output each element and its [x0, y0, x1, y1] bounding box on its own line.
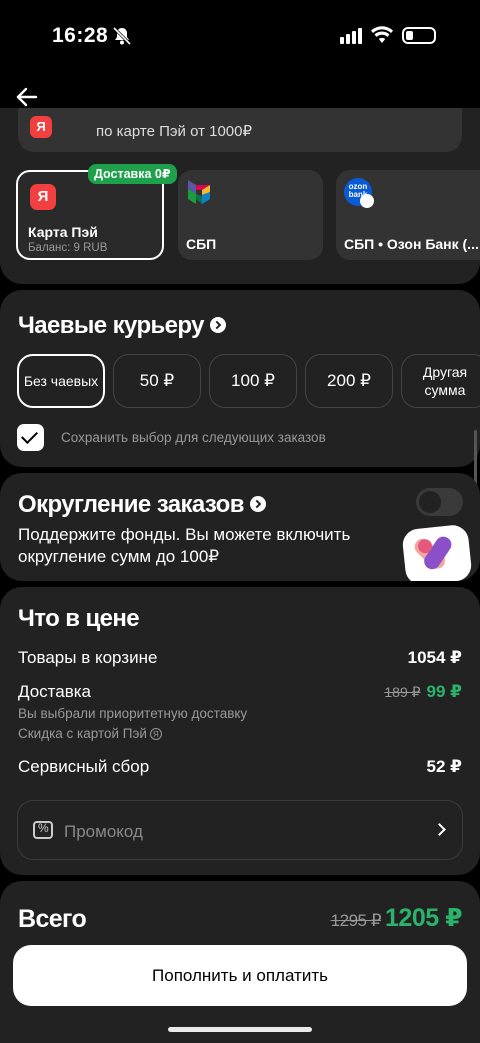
tip-option-50[interactable]: 50 ₽: [113, 354, 201, 408]
rounding-title-text: Округление заказов: [18, 491, 244, 518]
tip-option-other[interactable]: Другая сумма: [401, 354, 480, 408]
payment-section: Я по карте Пэй от 1000₽ Я Карта Пэй Бала…: [0, 108, 480, 284]
chevron-right-icon: [433, 823, 446, 836]
wifi-icon: [371, 26, 393, 49]
promo-code-field[interactable]: Промокод: [17, 800, 463, 860]
rounding-title[interactable]: Округление заказов: [18, 491, 266, 519]
cellular-signal-icon: [340, 28, 362, 49]
sbp-mini-icon: [360, 194, 374, 208]
promo-banner-text: по карте Пэй от 1000₽: [96, 123, 253, 140]
tips-section: Чаевые курьеру Без чаевых 50 ₽ 100 ₽ 200…: [0, 290, 480, 467]
home-indicator[interactable]: [168, 1027, 312, 1032]
yandex-logo-icon: Я: [30, 116, 52, 138]
status-time: 16:28: [52, 24, 109, 47]
total-new-price: 1205 ₽: [385, 904, 462, 932]
toggle-knob: [419, 491, 441, 513]
delivery-new-price: 99 ₽: [426, 682, 462, 701]
battery-icon: [402, 27, 436, 44]
price-breakdown-section: Что в цене Товары в корзине 1054 ₽ Доста…: [0, 587, 480, 875]
promo-code-icon: [33, 821, 53, 839]
sbp-logo-icon: [186, 178, 212, 211]
service-fee-value: 52 ₽: [426, 757, 462, 776]
free-delivery-badge: Доставка 0₽: [88, 164, 177, 184]
rounding-section: Округление заказов Поддержите фонды. Вы …: [0, 473, 480, 581]
discount-note: Скидка с картой Пэй Я: [18, 726, 162, 741]
save-tip-choice-label: Сохранить выбор для следующих заказов: [61, 430, 326, 445]
rounding-toggle[interactable]: [416, 488, 463, 516]
chevron-right-circle-icon: [209, 316, 226, 333]
card-promo-banner: Я по карте Пэй от 1000₽: [18, 108, 462, 152]
chevron-right-circle-icon: [249, 495, 266, 512]
back-arrow-icon[interactable]: [14, 84, 40, 110]
yandex-pay-logo-icon: Я: [30, 184, 56, 210]
tip-option-100[interactable]: 100 ₽: [209, 354, 297, 408]
tip-option-none[interactable]: Без чаевых: [17, 354, 105, 408]
payment-card-title: Карта Пэй: [28, 224, 98, 240]
discount-note-text: Скидка с картой Пэй: [18, 726, 147, 741]
total-old-price: 1295 ₽: [330, 911, 382, 930]
save-tip-choice-checkbox[interactable]: [17, 424, 44, 451]
payment-card-balance: Баланс: 9 RUB: [28, 242, 108, 254]
tips-title-text: Чаевые курьеру: [18, 312, 205, 339]
price-title: Что в цене: [18, 605, 140, 632]
tips-title[interactable]: Чаевые курьеру: [18, 312, 226, 340]
tip-option-200[interactable]: 200 ₽: [305, 354, 393, 408]
delivery-label: Доставка: [18, 682, 92, 701]
promo-code-placeholder: Промокод: [64, 822, 143, 841]
top-up-and-pay-button[interactable]: Пополнить и оплатить: [13, 945, 467, 1006]
charity-fund-icon: [401, 523, 473, 581]
delivery-price: 189 ₽ 99 ₽: [384, 682, 462, 702]
delivery-old-price: 189 ₽: [384, 684, 421, 700]
total-title: Всего: [18, 905, 87, 933]
goods-label: Товары в корзине: [18, 648, 158, 667]
payment-sbp[interactable]: СБП: [178, 170, 323, 260]
goods-value: 1054 ₽: [407, 648, 462, 667]
battery-level: [406, 31, 413, 40]
yandex-info-icon[interactable]: Я: [149, 728, 162, 741]
status-bar: 16:28: [0, 0, 480, 70]
total-value: 1295 ₽1205 ₽: [330, 903, 463, 933]
rounding-description: Поддержите фонды. Вы можете включить окр…: [18, 525, 351, 566]
payment-ozon-title: СБП • Озон Банк (...: [344, 236, 479, 252]
service-fee-label: Сервисный сбор: [18, 757, 150, 776]
payment-sbp-title: СБП: [186, 236, 217, 252]
delivery-note: Вы выбрали приоритетную доставку: [18, 706, 248, 721]
payment-sbp-ozon-bank[interactable]: ozon bank СБП • Озон Банк (...: [336, 170, 480, 260]
bell-muted-icon: [112, 26, 132, 51]
